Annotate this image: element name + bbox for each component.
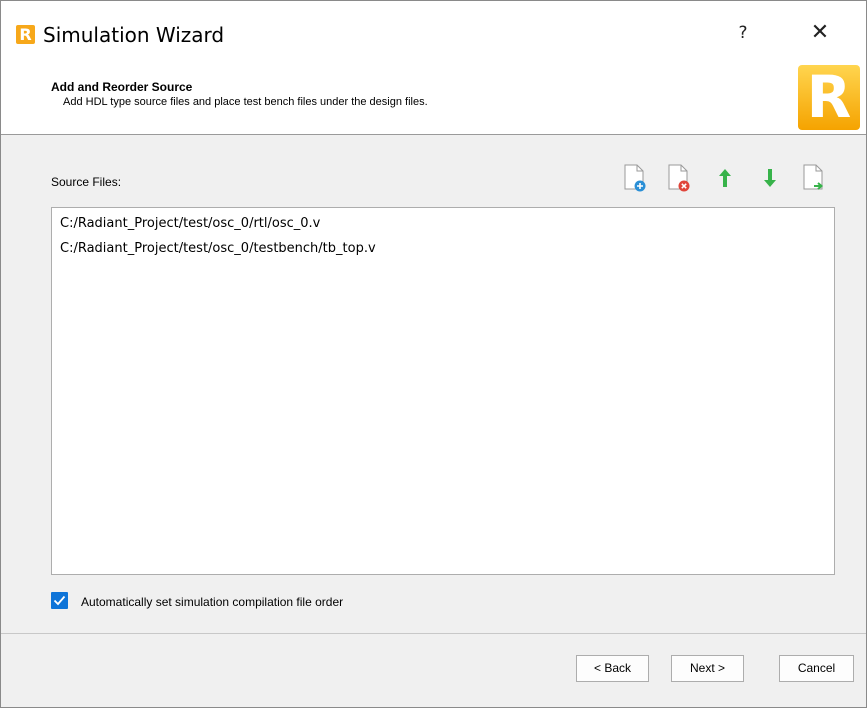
close-button[interactable]: ✕ — [795, 13, 845, 53]
move-down-icon[interactable] — [757, 163, 783, 193]
help-button[interactable]: ? — [721, 15, 765, 51]
window-title: Simulation Wizard — [43, 23, 225, 47]
source-files-label: Source Files: — [51, 175, 122, 189]
back-button[interactable]: < Back — [576, 655, 649, 682]
list-item[interactable]: C:/Radiant_Project/test/osc_0/rtl/osc_0.… — [60, 216, 320, 231]
app-logo-icon: R — [16, 25, 35, 44]
next-button[interactable]: Next > — [671, 655, 744, 682]
brand-logo-letter: R — [806, 63, 852, 131]
move-up-icon[interactable] — [712, 163, 738, 193]
list-item[interactable]: C:/Radiant_Project/test/osc_0/testbench/… — [60, 241, 376, 256]
wizard-header: Add and Reorder Source Add HDL type sour… — [1, 62, 866, 135]
brand-logo-icon: R — [798, 65, 860, 130]
auto-order-checkbox[interactable] — [51, 592, 68, 609]
add-file-icon[interactable] — [622, 163, 648, 193]
footer-divider — [1, 633, 866, 634]
remove-file-icon[interactable] — [666, 163, 692, 193]
source-files-list[interactable]: C:/Radiant_Project/test/osc_0/rtl/osc_0.… — [51, 207, 835, 575]
simulation-wizard-window: R Simulation Wizard ? ✕ Add and Reorder … — [0, 0, 867, 708]
checkmark-icon — [53, 595, 66, 606]
page-subtitle: Add HDL type source files and place test… — [63, 96, 428, 108]
page-title: Add and Reorder Source — [51, 80, 193, 94]
export-file-icon[interactable] — [801, 163, 827, 193]
cancel-button[interactable]: Cancel — [779, 655, 854, 682]
auto-order-label: Automatically set simulation compilation… — [81, 595, 344, 609]
title-bar: R Simulation Wizard ? ✕ — [1, 1, 866, 62]
